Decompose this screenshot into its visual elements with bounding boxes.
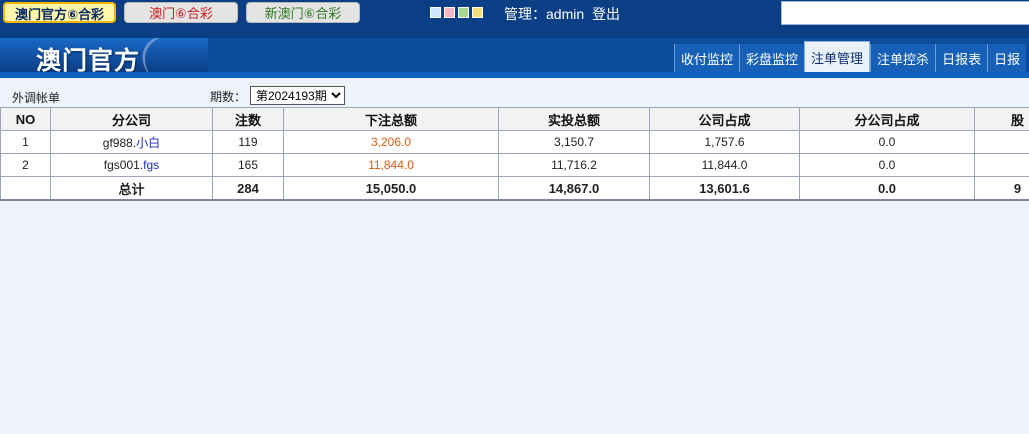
- nav-tabs: 收付监控 彩盘监控 注单管理 注单控杀 日报表 日报: [674, 41, 1027, 72]
- cell-total-company-share: 13,601.6: [649, 176, 800, 201]
- theme-swatch-pink[interactable]: [444, 7, 455, 18]
- col-header-branch-share: 分公司占成: [799, 107, 975, 131]
- cell-total-shareholder: 9: [974, 176, 1029, 201]
- logo-swoosh-decoration: [131, 38, 208, 72]
- filter-title: 外调帐单: [12, 91, 61, 105]
- branch-nickname[interactable]: 小白: [136, 136, 160, 150]
- tab-bet-control[interactable]: 注单控杀: [870, 44, 936, 72]
- period-label: 期数：: [210, 90, 247, 104]
- cell-branch-share: 0.0: [799, 153, 975, 177]
- period-select[interactable]: 第2024193期: [250, 86, 345, 105]
- theme-swatch-green[interactable]: [458, 7, 469, 18]
- table-row: 1 gf988.小白 119 3,206.0 3,150.7 1,757.6 0…: [0, 130, 1029, 154]
- cell-bet-total[interactable]: 3,206.0: [283, 130, 499, 154]
- top-bar: 澳门官方⑥合彩 澳门⑥合彩 新澳门⑥合彩 管理：admin 登出: [0, 0, 1029, 38]
- col-header-count: 注数: [212, 107, 284, 131]
- cell-total-bet: 15,050.0: [283, 176, 499, 201]
- logo-text: 澳门官方: [36, 47, 141, 72]
- col-header-shareholder: 股: [974, 107, 1029, 131]
- cell-count: 119: [212, 130, 284, 154]
- cell-total-branch-share: 0.0: [799, 176, 975, 201]
- cell-actual-total: 11,716.2: [498, 153, 650, 177]
- col-header-no: NO: [0, 107, 51, 131]
- cell-branch[interactable]: fgs001.fgs: [50, 153, 213, 177]
- table-row: 2 fgs001.fgs 165 11,844.0 11,716.2 11,84…: [0, 153, 1029, 177]
- admin-label: 管理：admin: [504, 6, 585, 22]
- logout-link[interactable]: 登出: [592, 4, 620, 24]
- cell-branch[interactable]: gf988.小白: [50, 130, 213, 154]
- tab-odds-monitor[interactable]: 彩盘监控: [739, 44, 805, 72]
- cell-shareholder: [974, 130, 1029, 154]
- theme-swatch-blue[interactable]: [430, 7, 441, 18]
- col-header-company-share: 公司占成: [649, 107, 800, 131]
- logo: 澳门官方: [0, 38, 208, 72]
- filter-row: 外调帐单 期数： 第2024193期: [0, 85, 1029, 107]
- cell-company-share: 11,844.0: [649, 153, 800, 177]
- cell-actual-total: 3,150.7: [498, 130, 650, 154]
- cell-bet-total[interactable]: 11,844.0: [283, 153, 499, 177]
- col-header-bet-total: 下注总额: [283, 107, 499, 131]
- header-band-stripe: [0, 72, 1029, 78]
- table-total-row: 总计 284 15,050.0 14,867.0 13,601.6 0.0 9: [0, 176, 1029, 201]
- cell-total-actual: 14,867.0: [498, 176, 650, 201]
- lottery-button-macau[interactable]: 澳门⑥合彩: [124, 2, 238, 23]
- tab-bet-management[interactable]: 注单管理: [804, 41, 871, 72]
- cell-total-blank: [0, 176, 51, 201]
- col-header-branch: 分公司: [50, 107, 213, 131]
- branch-account[interactable]: fgs001.: [104, 158, 143, 172]
- tab-payment-monitor[interactable]: 收付监控: [674, 44, 740, 72]
- cell-company-share: 1,757.6: [649, 130, 800, 154]
- tab-daily-report[interactable]: 日报表: [935, 44, 988, 72]
- theme-swatch-yellow[interactable]: [472, 7, 483, 18]
- cell-shareholder: [974, 153, 1029, 177]
- col-header-actual-total: 实投总额: [498, 107, 650, 131]
- report-table: NO 分公司 注数 下注总额 实投总额 公司占成 分公司占成 股 1 gf988…: [0, 107, 1029, 201]
- table-header-row: NO 分公司 注数 下注总额 实投总额 公司占成 分公司占成 股: [0, 107, 1029, 131]
- tab-daily-report-2[interactable]: 日报: [987, 44, 1027, 72]
- lottery-button-new-macau[interactable]: 新澳门⑥合彩: [246, 2, 360, 23]
- cell-total-label: 总计: [50, 176, 213, 201]
- theme-swatches: [430, 7, 483, 18]
- branch-nickname[interactable]: fgs: [143, 158, 159, 172]
- lottery-button-macau-official[interactable]: 澳门官方⑥合彩: [3, 2, 116, 23]
- search-input[interactable]: [781, 1, 1029, 25]
- cell-no: 2: [0, 153, 51, 177]
- cell-total-count: 284: [212, 176, 284, 201]
- branch-account[interactable]: gf988.: [103, 136, 136, 150]
- cell-no: 1: [0, 130, 51, 154]
- cell-branch-share: 0.0: [799, 130, 975, 154]
- cell-count: 165: [212, 153, 284, 177]
